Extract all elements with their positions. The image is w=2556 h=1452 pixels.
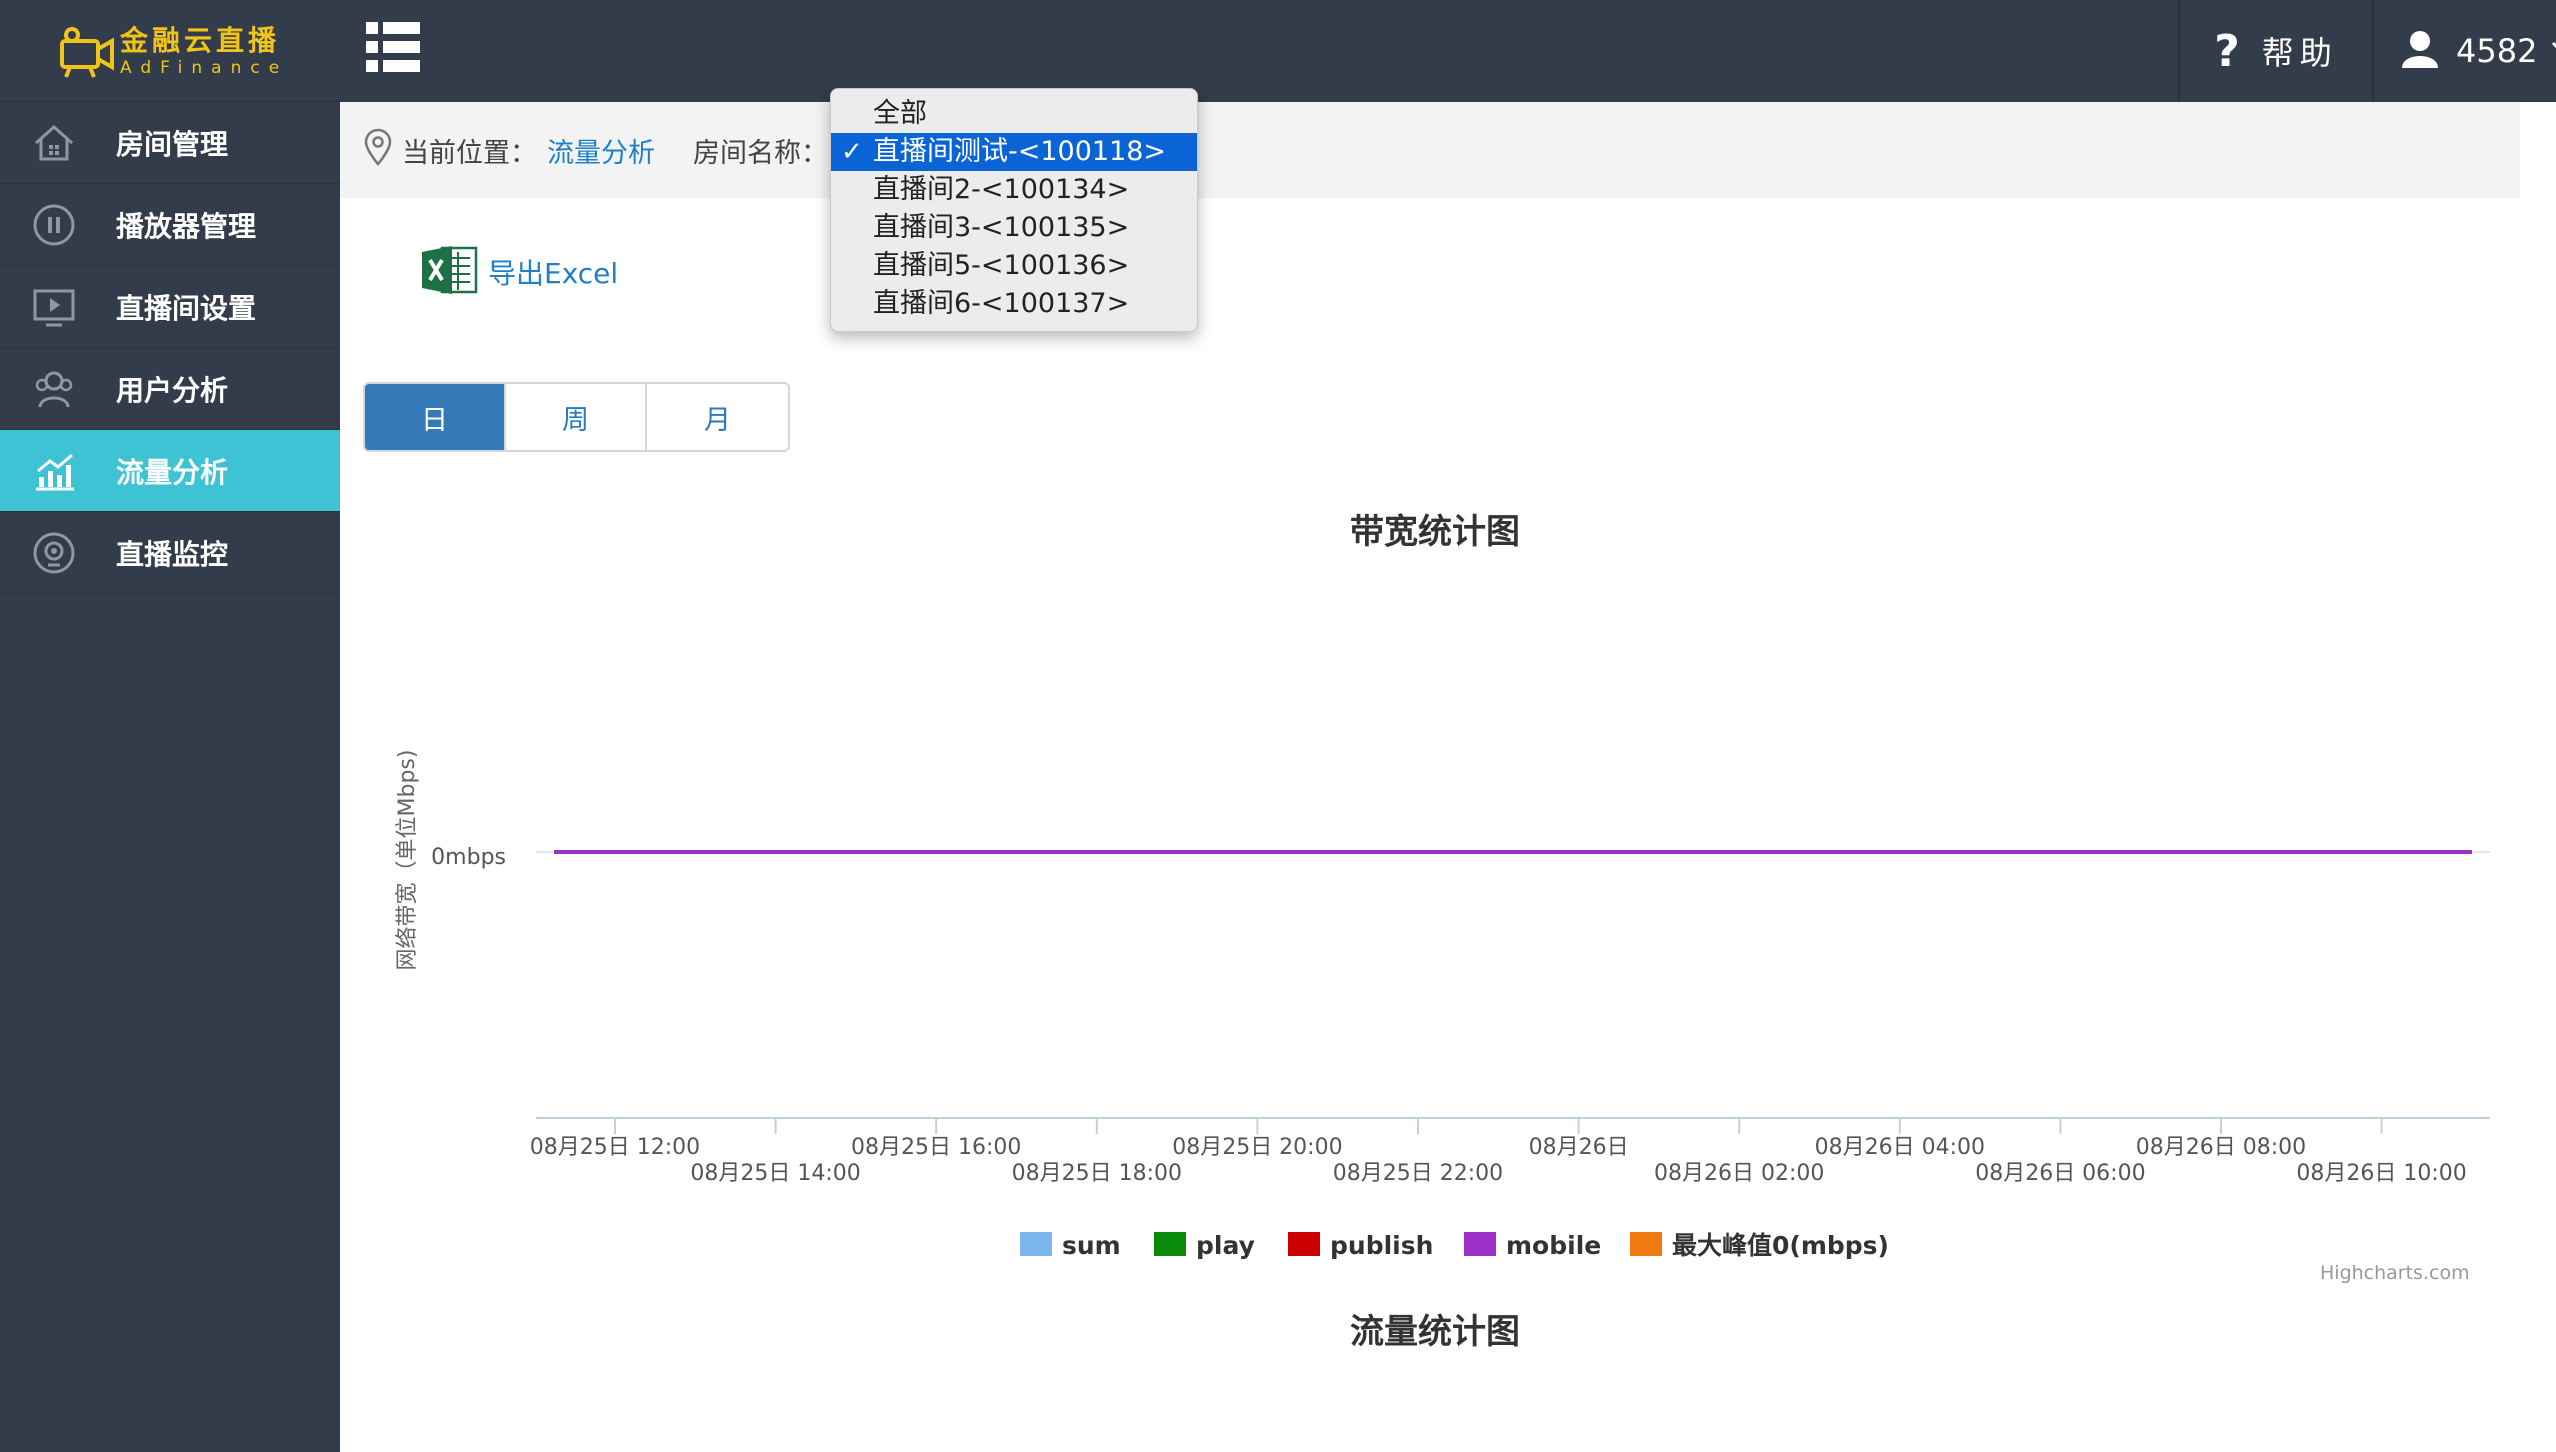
room-option[interactable]: 直播间3-<100135>	[831, 209, 1197, 247]
x-tick-label: 08月25日 14:00	[690, 1161, 860, 1186]
x-tick-label: 08月26日 10:00	[2296, 1161, 2466, 1186]
logo-mark-icon	[56, 21, 116, 81]
question-icon: ?	[2214, 25, 2240, 77]
play-screen-icon	[28, 281, 80, 333]
y-tick-label: 0mbps	[431, 845, 506, 870]
x-tick-label: 08月25日 12:00	[530, 1135, 700, 1160]
period-tabs: 日 周 月	[363, 382, 790, 452]
legend-swatch	[1020, 1232, 1052, 1256]
home-icon	[28, 117, 80, 169]
logo-title: 金融云直播	[120, 23, 281, 57]
user-icon	[2402, 30, 2438, 72]
chart-title: 带宽统计图	[1350, 512, 1520, 552]
x-tick-label: 08月25日 16:00	[851, 1135, 1021, 1160]
tab-month[interactable]: 月	[647, 384, 788, 450]
room-option[interactable]: 直播间5-<100136>	[831, 247, 1197, 285]
traffic-chart-title: 流量统计图	[1350, 1312, 1520, 1352]
breadcrumb: 当前位置： 流量分析 房间名称：	[340, 102, 2520, 198]
sidebar-item-room-management[interactable]: 房间管理	[0, 102, 340, 184]
pause-circle-icon	[28, 199, 80, 251]
room-option[interactable]: 全部	[831, 95, 1197, 133]
top-navbar: ? 帮助 4582	[340, 0, 2556, 102]
sidebar-item-label: 用户分析	[116, 373, 229, 407]
x-tick-label: 08月25日 22:00	[1333, 1161, 1503, 1186]
x-tick-label: 08月26日 06:00	[1975, 1161, 2145, 1186]
x-tick-label: 08月26日 04:00	[1815, 1135, 1985, 1160]
legend-label: sum	[1062, 1231, 1121, 1260]
legend-label: 最大峰值0(mbps)	[1672, 1231, 1889, 1260]
sidebar-item-live-monitor[interactable]: 直播监控	[0, 512, 340, 594]
location-pin-icon	[362, 128, 394, 173]
breadcrumb-current[interactable]: 流量分析	[547, 131, 655, 170]
sidebar-item-label: 流量分析	[116, 455, 229, 489]
menu-list-icon[interactable]	[366, 22, 420, 72]
logo-subtitle: AdFinance	[120, 57, 289, 78]
export-excel-label: 导出Excel	[488, 257, 619, 290]
legend-label: play	[1196, 1231, 1255, 1260]
x-tick-label: 08月25日 20:00	[1172, 1135, 1342, 1160]
highcharts-credits[interactable]: Highcharts.com	[2320, 1262, 2470, 1284]
legend-swatch	[1154, 1232, 1186, 1256]
monitor-eye-icon	[28, 527, 80, 579]
legend-label: mobile	[1506, 1231, 1601, 1260]
help-label: 帮助	[2261, 34, 2338, 72]
bandwidth-chart: 网络带宽（单位Mbps) 0mbps 08月25日 12:0008月25日 14:0…	[395, 750, 2490, 1260]
room-option[interactable]: 直播间6-<100137>	[831, 285, 1197, 323]
legend-swatch	[1630, 1232, 1662, 1256]
bar-chart-icon	[28, 445, 80, 497]
sidebar-item-label: 播放器管理	[116, 209, 257, 243]
export-excel-button[interactable]: 导出Excel	[422, 244, 618, 300]
legend-label: publish	[1330, 1231, 1433, 1260]
x-tick-label: 08月26日 08:00	[2136, 1135, 2306, 1160]
app-logo[interactable]: 金融云直播 AdFinance	[0, 0, 340, 102]
room-option-selected[interactable]: ✓ 直播间测试-<100118>	[831, 133, 1197, 171]
excel-icon	[422, 244, 478, 300]
tab-day[interactable]: 日	[365, 384, 506, 450]
sidebar-item-user-analysis[interactable]: 用户分析	[0, 348, 340, 430]
user-name: 4582	[2456, 32, 2538, 70]
sidebar-item-player-management[interactable]: 播放器管理	[0, 184, 340, 266]
users-icon	[28, 363, 80, 415]
chevron-down-icon	[2551, 40, 2556, 62]
user-menu[interactable]: 4582	[2376, 0, 2556, 102]
checkmark-icon: ✓	[841, 137, 863, 167]
sidebar-item-label: 直播间设置	[116, 291, 257, 325]
y-axis-title: 网络带宽（单位Mbps)	[395, 750, 420, 971]
sidebar-item-label: 直播监控	[116, 537, 229, 571]
help-button[interactable]: ? 帮助	[2178, 0, 2374, 102]
room-option[interactable]: 直播间2-<100134>	[831, 171, 1197, 209]
sidebar-item-room-settings[interactable]: 直播间设置	[0, 266, 340, 348]
room-select-dropdown[interactable]: 全部 ✓ 直播间测试-<100118> 直播间2-<100134> 直播间3-<1…	[830, 88, 1198, 332]
x-tick-label: 08月26日	[1529, 1135, 1629, 1160]
sidebar-item-traffic-analysis[interactable]: 流量分析	[0, 430, 340, 512]
legend-swatch	[1288, 1232, 1320, 1256]
tab-week[interactable]: 周	[506, 384, 647, 450]
sidebar-item-label: 房间管理	[116, 127, 229, 161]
legend-swatch	[1464, 1232, 1496, 1256]
breadcrumb-label: 当前位置：	[402, 137, 537, 169]
x-tick-label: 08月25日 18:00	[1012, 1161, 1182, 1186]
room-name-label: 房间名称：	[693, 137, 828, 169]
x-tick-label: 08月26日 02:00	[1654, 1161, 1824, 1186]
sidebar: 金融云直播 AdFinance 房间管理 播放器管理 直播间设置 用户分析 流量…	[0, 0, 340, 1452]
